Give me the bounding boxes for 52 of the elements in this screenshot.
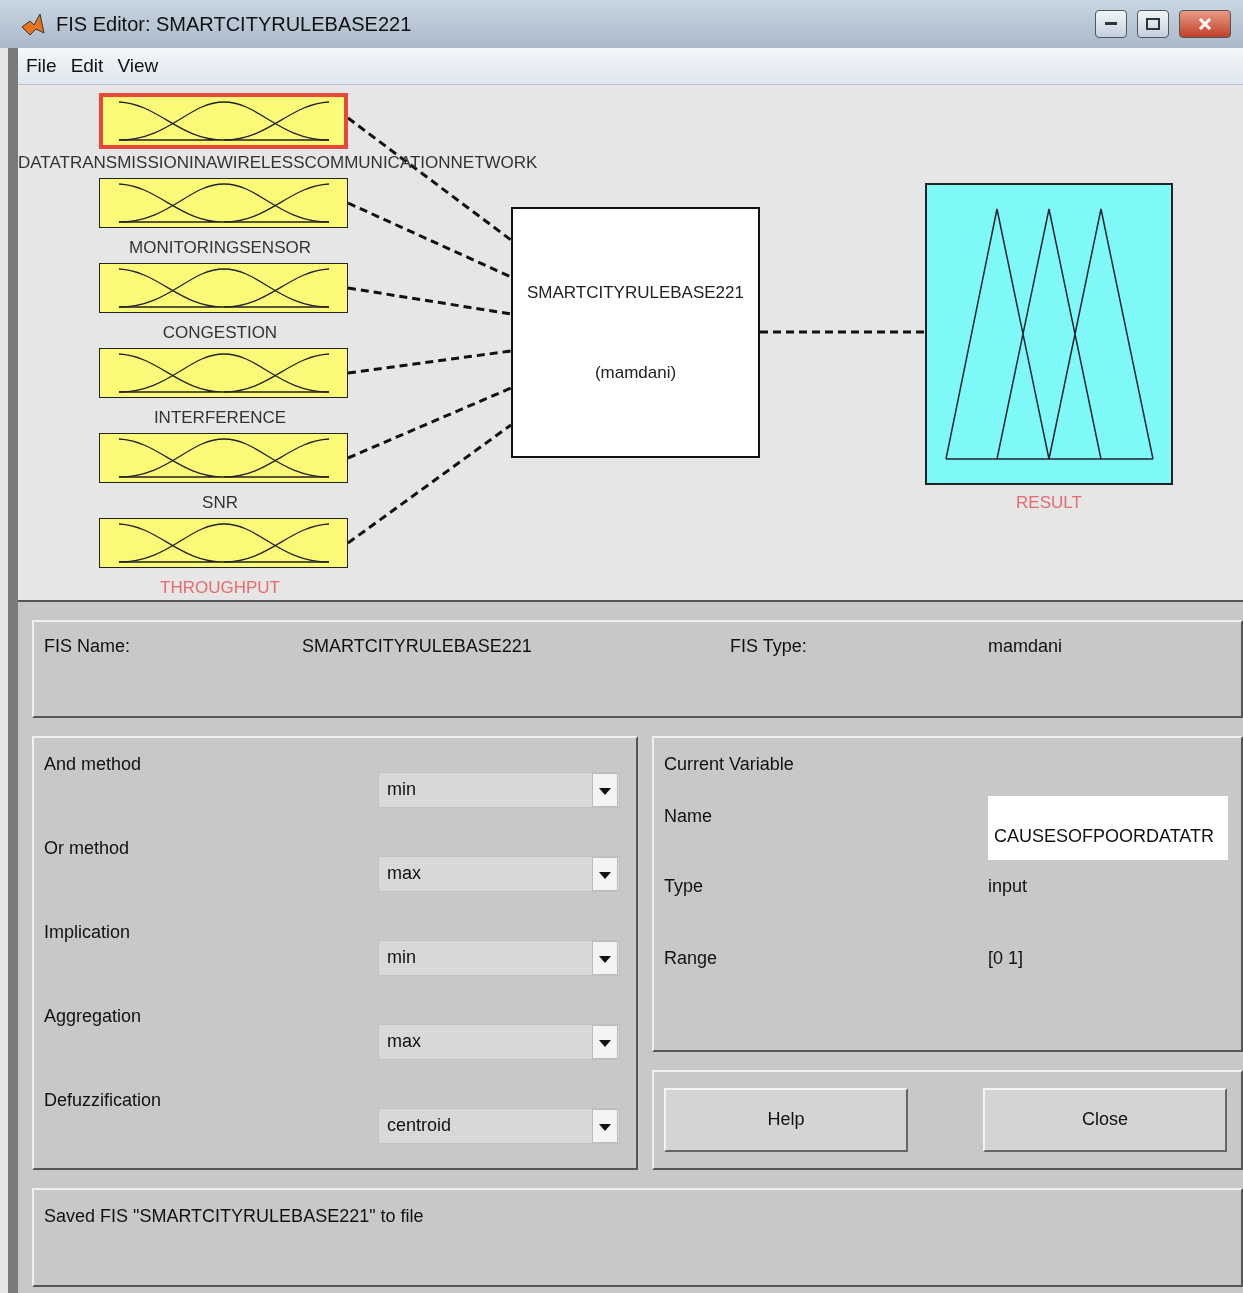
method-label: Implication <box>44 921 131 943</box>
variable-label: THROUGHPUT <box>160 578 280 597</box>
method-dropdown[interactable]: max <box>378 1023 620 1060</box>
range-value: [0 1] <box>988 947 1025 970</box>
panel-title: Current Variable <box>664 753 795 776</box>
method-label: Defuzzification <box>44 1089 162 1111</box>
method-label: Or method <box>44 837 130 859</box>
status-message: Saved FIS "SMARTCITYRULEBASE221" to file <box>44 1205 424 1226</box>
window-title: FIS Editor: SMARTCITYRULEBASE221 <box>56 12 413 36</box>
method-dropdown[interactable]: min <box>378 939 620 976</box>
minimize-button[interactable] <box>1095 10 1127 38</box>
input-variable-box[interactable] <box>99 433 348 483</box>
app-logo-icon <box>20 11 46 37</box>
variable-label: RESULT <box>1016 493 1082 512</box>
minimize-icon <box>1105 22 1117 26</box>
input-variable-box[interactable] <box>99 178 348 228</box>
range-label: Range <box>664 947 719 970</box>
variable-name-field[interactable]: CAUSESOFPOORDATATR <box>988 795 1228 860</box>
input-variable-box[interactable] <box>99 263 348 313</box>
name-label: Name <box>664 805 713 828</box>
method-label: And method <box>44 753 142 775</box>
variable-label: SNR <box>202 493 238 512</box>
variable-label: DATATRANSMISSIONINAWIRELESSCOMMUNICATIONNETWORK <box>18 153 538 172</box>
system-type: (mamdani) <box>594 362 677 383</box>
variable-label: CONGESTION <box>162 323 278 342</box>
method-dropdown[interactable]: max <box>378 855 620 892</box>
dialog-button[interactable]: Help <box>664 1087 908 1152</box>
fis-name-label: FIS Name: <box>44 636 132 657</box>
close-button[interactable] <box>1179 10 1231 38</box>
type-label: Type <box>664 875 705 898</box>
close-icon <box>1198 17 1212 31</box>
menu-item[interactable]: Edit <box>70 55 104 77</box>
dialog-button[interactable]: Close <box>983 1087 1227 1152</box>
method-dropdown[interactable]: min <box>378 771 620 808</box>
method-label: Aggregation <box>44 1005 142 1027</box>
variable-label: INTERFERENCE <box>153 408 287 427</box>
system-box[interactable]: SMARTCITYRULEBASE221 (mamdani) <box>511 207 760 458</box>
output-variable-box[interactable] <box>925 183 1173 485</box>
input-variable-box[interactable] <box>99 518 348 568</box>
fis-type-value: mamdani <box>988 636 1064 657</box>
input-variable-box[interactable] <box>99 348 348 398</box>
menu-item[interactable]: File <box>26 55 57 77</box>
system-name: SMARTCITYRULEBASE221 <box>527 282 744 303</box>
variable-label: MONITORINGSENSOR <box>129 238 311 257</box>
maximize-button[interactable] <box>1137 10 1169 38</box>
input-variable-box[interactable] <box>99 93 348 149</box>
maximize-icon <box>1146 18 1160 30</box>
fis-type-label: FIS Type: <box>730 636 808 657</box>
method-dropdown[interactable]: centroid <box>378 1107 620 1144</box>
menu-item[interactable]: View <box>117 55 159 77</box>
type-value: input <box>988 875 1029 898</box>
fis-name-value: SMARTCITYRULEBASE221 <box>302 636 533 657</box>
